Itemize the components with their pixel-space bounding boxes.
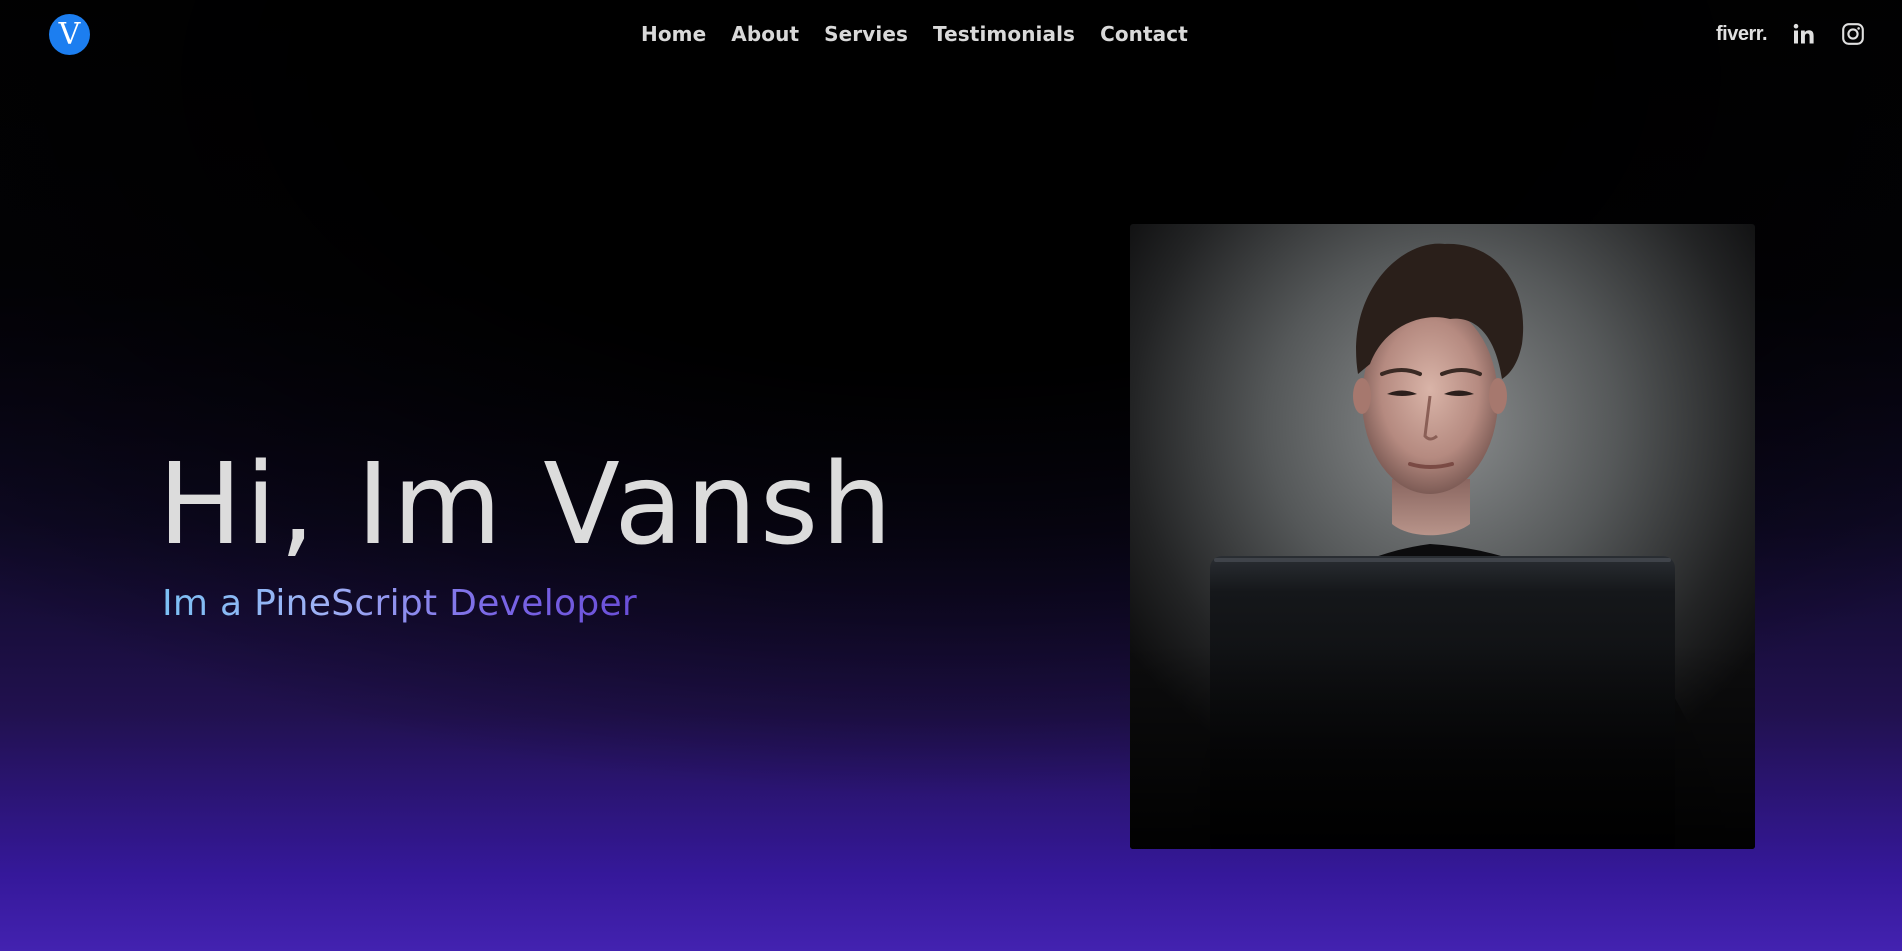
logo-letter: V (58, 17, 81, 52)
nav-link-contact[interactable]: Contact (1100, 21, 1188, 47)
hero-title: Hi, Im Vansh (158, 440, 896, 570)
linkedin-icon[interactable] (1792, 22, 1816, 46)
page: V Home About Servies Testimonials Contac… (0, 0, 1902, 951)
main-menu: Home About Servies Testimonials Contact (641, 21, 1188, 47)
nav-link-about[interactable]: About (731, 21, 799, 47)
nav-link-testimonials[interactable]: Testimonials (933, 21, 1075, 47)
nav-link-services[interactable]: Servies (824, 21, 908, 47)
hero-subtitle: Im a PineScript Developer (162, 580, 637, 628)
hero-photo (1130, 224, 1755, 849)
nav-link-home[interactable]: Home (641, 21, 706, 47)
top-navigation: V Home About Servies Testimonials Contac… (0, 0, 1902, 68)
instagram-icon[interactable] (1841, 22, 1865, 46)
portrait-illustration (1130, 224, 1755, 849)
logo[interactable]: V (49, 14, 90, 55)
social-links: fiverr. (1716, 16, 1865, 52)
fiverr-link[interactable]: fiverr. (1716, 23, 1767, 46)
